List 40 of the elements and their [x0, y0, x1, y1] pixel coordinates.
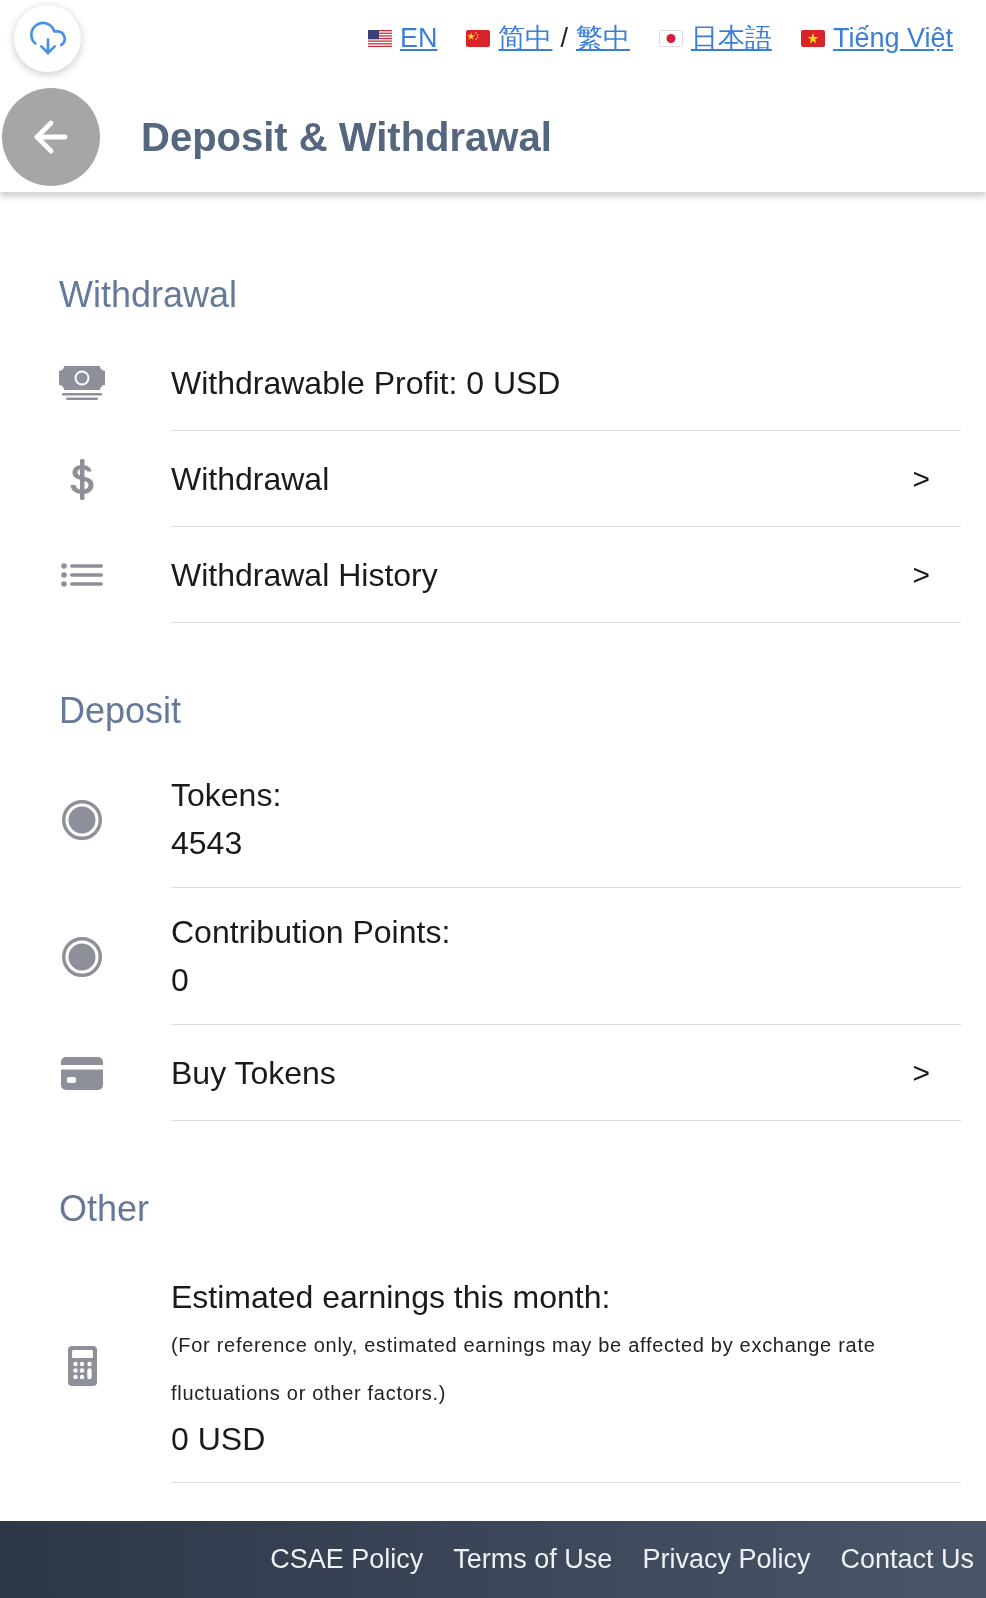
footer-link[interactable]: Contact Us: [840, 1539, 974, 1580]
disclaimer-text: (For reference only, estimated earnings may be affected by exchange rate fluctuations or other factors.): [171, 1333, 877, 1406]
coin-icon: [62, 936, 102, 977]
japanese-flag-icon: [658, 29, 683, 47]
download-button[interactable]: [14, 4, 81, 72]
slash-separator: /: [560, 21, 568, 55]
profit-text: Withdrawable Profit: 0 USD: [171, 363, 561, 403]
calculator-icon: [67, 1346, 97, 1386]
footer-link[interactable]: Terms of Use: [453, 1539, 613, 1580]
footer-link[interactable]: Privacy Policy: [642, 1539, 811, 1580]
banknote-icon: [59, 366, 105, 400]
stat-value: 0: [171, 961, 189, 1000]
language-link[interactable]: EN: [399, 17, 438, 59]
list-icon: [61, 563, 103, 587]
language-link[interactable]: 繁中: [575, 17, 630, 59]
language-link[interactable]: Tiếng Việt: [832, 17, 953, 59]
footer-link[interactable]: CSAE Policy: [270, 1539, 424, 1580]
earnings-value: 0 USD: [171, 1420, 266, 1459]
menu-item[interactable]: Withdrawal History >: [171, 527, 961, 623]
chevron-text: >: [912, 461, 930, 497]
section-heading: Other: [59, 1187, 150, 1231]
earnings-label: Estimated earnings this month:: [171, 1278, 611, 1317]
section-heading: Withdrawal: [59, 273, 238, 317]
chevron-text: >: [912, 1055, 930, 1091]
credit-card-icon: [61, 1056, 103, 1090]
dollar-sign-icon: [69, 458, 95, 500]
page-title: Deposit & Withdrawal: [141, 113, 552, 161]
stat-label: Tokens:: [171, 776, 282, 815]
menu-item[interactable]: Buy Tokens >: [171, 1025, 961, 1121]
vietnamese-flag-icon: [800, 29, 825, 47]
language-link[interactable]: 简中: [498, 17, 553, 59]
coin-icon: [62, 799, 102, 840]
chinese-flag-icon: [466, 29, 491, 47]
menu-item[interactable]: Withdrawal >: [171, 431, 961, 527]
stat-label: Contribution Points:: [171, 913, 451, 952]
section-heading: Deposit: [59, 689, 182, 733]
stat-value: 4543: [171, 824, 243, 863]
chevron-text: >: [912, 557, 930, 593]
american-flag-icon: [367, 29, 392, 47]
language-link[interactable]: 日本語: [690, 17, 772, 59]
